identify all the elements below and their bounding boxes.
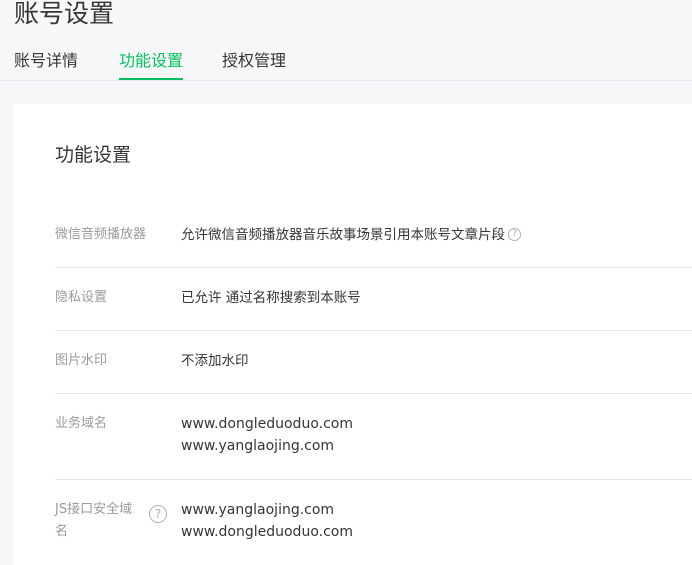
- tab-bar: 账号详情 功能设置 授权管理: [0, 48, 692, 81]
- audio-player-value-text: 允许微信音频播放器音乐故事场景引用本账号文章片段: [181, 227, 505, 243]
- business-domain-label: 业务域名: [55, 416, 108, 431]
- tab-authorization-management[interactable]: 授权管理: [222, 48, 286, 78]
- business-domain-item: www.yanglaojing.com: [181, 438, 335, 454]
- help-circle-icon[interactable]: ?: [149, 505, 167, 523]
- audio-player-value: 允许微信音频播放器音乐故事场景引用本账号文章片段?: [181, 224, 681, 246]
- settings-card: 功能设置 微信音频播放器 允许微信音频播放器音乐故事场景引用本账号文章片段? 隐…: [14, 104, 692, 565]
- setting-row-privacy: 隐私设置 已允许 通过名称搜索到本账号: [55, 287, 692, 331]
- business-domain-item: www.dongleduoduo.com: [181, 416, 353, 432]
- setting-row-audio-player: 微信音频播放器 允许微信音频播放器音乐故事场景引用本账号文章片段?: [55, 224, 692, 268]
- js-domain-label-line1: JS接口安全域: [55, 502, 133, 517]
- js-domain-value: www.yanglaojing.com www.dongleduoduo.com: [181, 499, 681, 543]
- watermark-value: 不添加水印: [181, 353, 249, 369]
- section-title: 功能设置: [55, 144, 132, 166]
- business-domain-value: www.dongleduoduo.com www.yanglaojing.com: [181, 413, 681, 457]
- js-domain-item: www.yanglaojing.com: [181, 502, 335, 518]
- help-circle-icon[interactable]: ?: [508, 227, 521, 241]
- tab-feature-settings[interactable]: 功能设置: [119, 48, 184, 80]
- privacy-label: 隐私设置: [55, 290, 108, 305]
- js-domain-label-line2: 名: [55, 524, 69, 539]
- setting-row-js-domain: JS接口安全域 名 ? www.yanglaojing.com www.dong…: [55, 499, 692, 549]
- watermark-label: 图片水印: [55, 353, 108, 368]
- setting-row-watermark: 图片水印 不添加水印: [55, 350, 692, 394]
- privacy-value: 已允许 通过名称搜索到本账号: [181, 290, 361, 306]
- setting-row-business-domain: 业务域名 www.dongleduoduo.com www.yanglaojin…: [55, 413, 692, 480]
- audio-player-label: 微信音频播放器: [55, 227, 147, 242]
- js-domain-label: JS接口安全域 名: [55, 499, 145, 543]
- js-domain-item: www.dongleduoduo.com: [181, 524, 353, 540]
- page-title: 账号设置: [14, 0, 115, 28]
- tab-account-details[interactable]: 账号详情: [14, 48, 78, 78]
